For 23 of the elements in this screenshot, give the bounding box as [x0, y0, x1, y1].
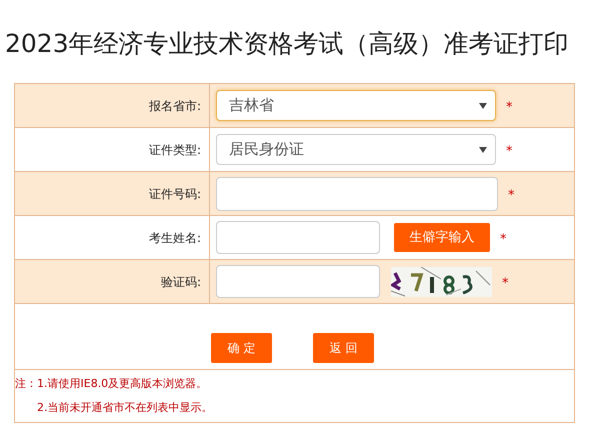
rare-character-button[interactable]: 生僻字输入: [394, 223, 490, 252]
required-mark: *: [500, 230, 506, 249]
confirm-button[interactable]: 确 定: [211, 333, 272, 363]
caret-icon: [479, 146, 487, 152]
required-mark: *: [506, 98, 512, 117]
note-text: 2.当前未开通省市不在列表中显示。: [36, 400, 214, 416]
field-label: 证件类型:: [148, 142, 201, 158]
field-label: 考生姓名:: [148, 230, 201, 246]
field-label: 报名省市:: [148, 98, 201, 114]
required-mark: *: [506, 142, 512, 161]
back-button[interactable]: 返 回: [313, 333, 374, 363]
input-field[interactable]: [216, 221, 380, 254]
caret-icon: [479, 102, 487, 108]
input-field[interactable]: [216, 265, 380, 298]
dropdown[interactable]: 居民身份证: [216, 134, 496, 165]
required-mark: *: [502, 274, 508, 293]
field-label: 验证码:: [160, 274, 201, 290]
required-mark: *: [508, 186, 514, 205]
field-label: 证件号码:: [148, 186, 201, 202]
dropdown[interactable]: 吉林省: [216, 90, 496, 121]
note-text: 注：1.请使用IE8.0及更高版本浏览器。: [15, 376, 208, 392]
page-title: 2023年经济专业技术资格考试（高级）准考证打印: [4, 28, 570, 60]
input-field[interactable]: [216, 176, 498, 210]
